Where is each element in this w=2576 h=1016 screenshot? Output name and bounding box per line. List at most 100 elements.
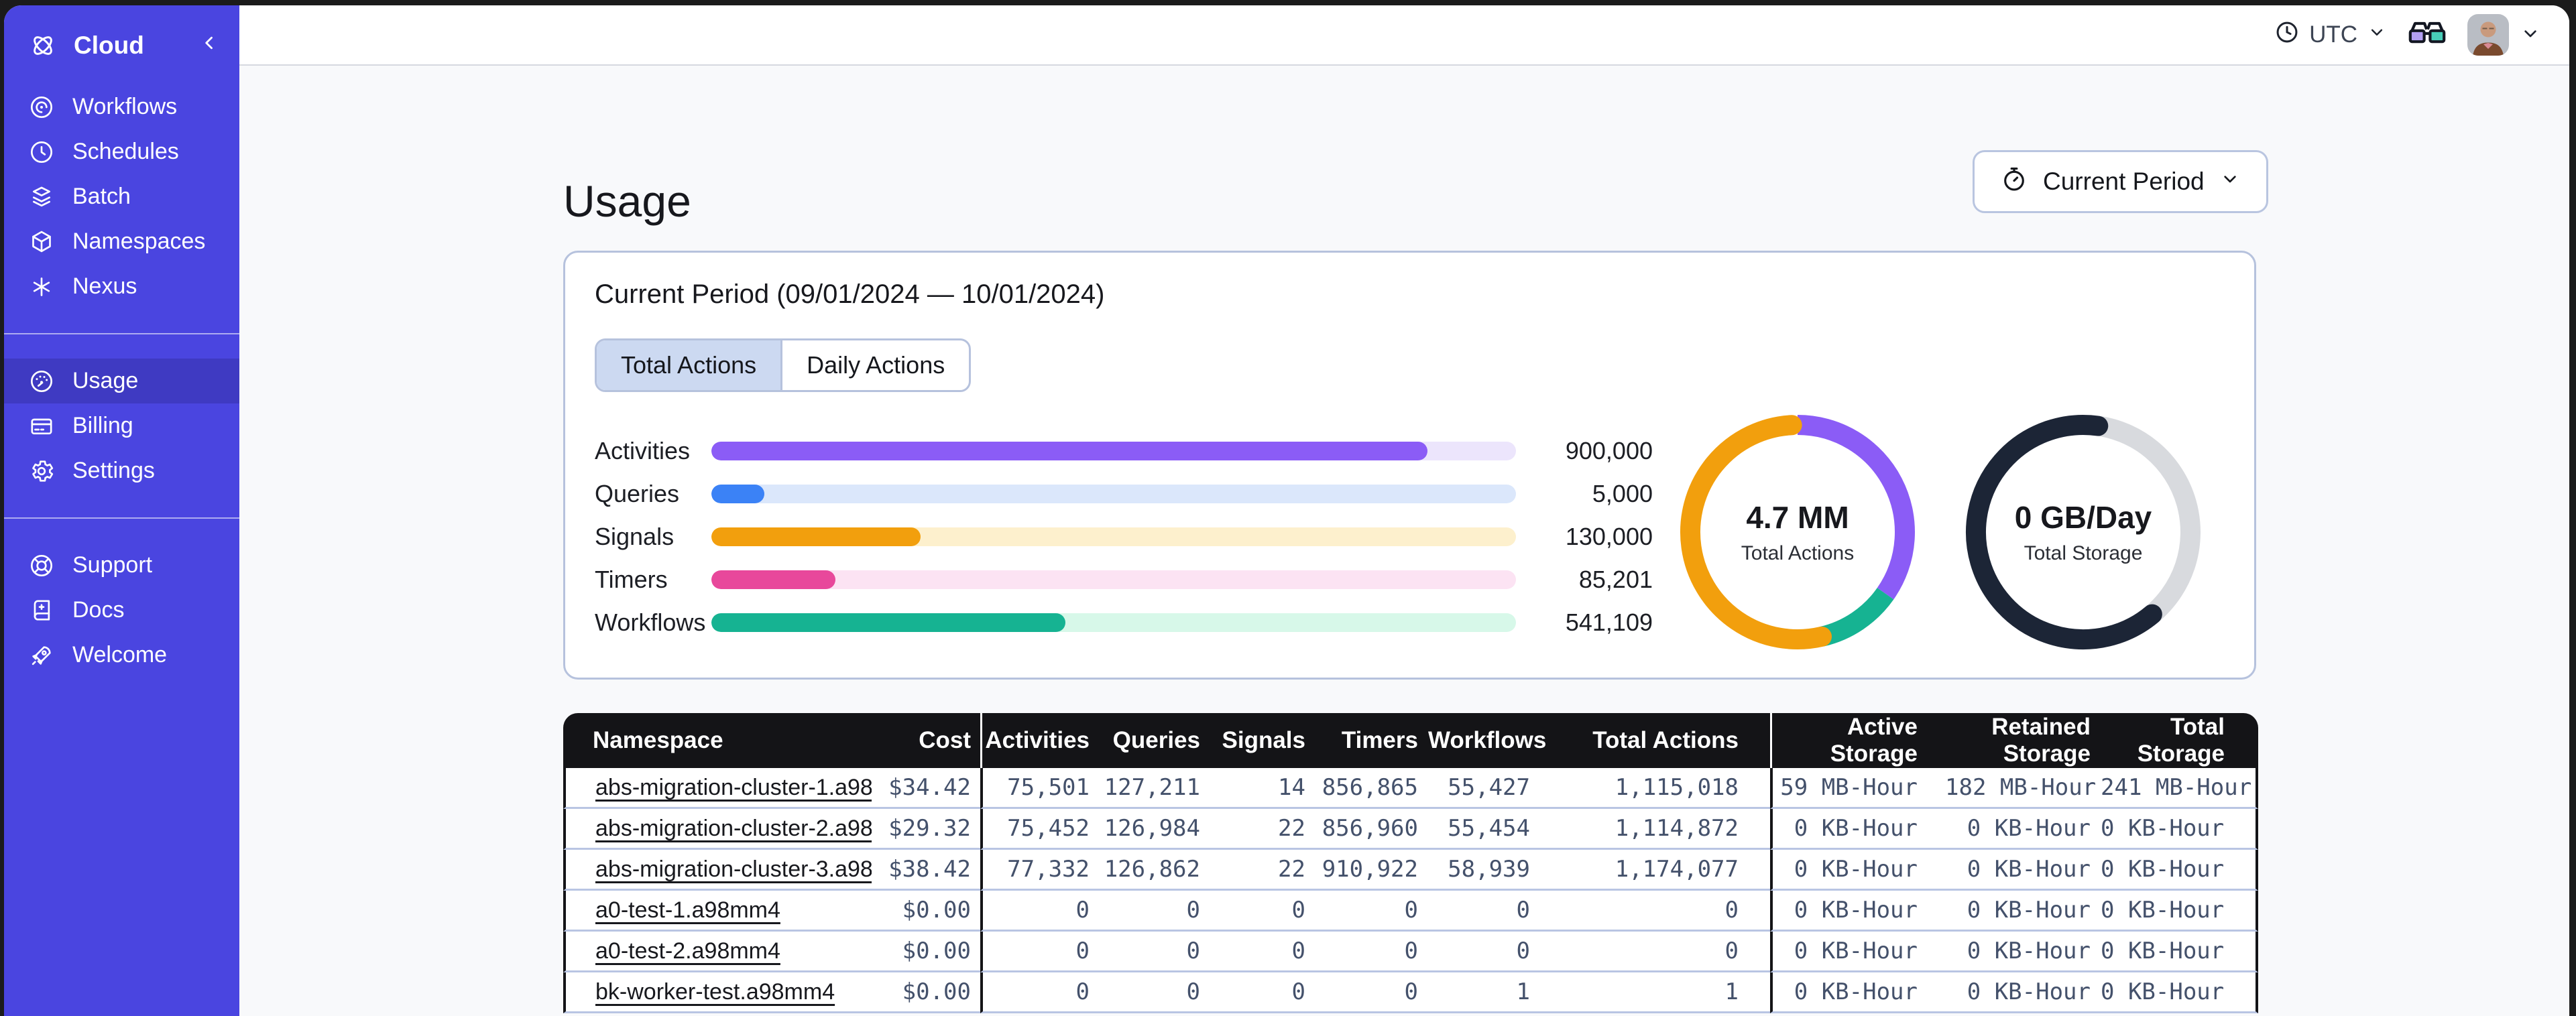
cell-workflows: 1 [1427,972,1539,1013]
welcome-icon [28,642,55,669]
clock-icon [2274,19,2300,51]
nexus-icon [28,273,55,300]
namespace-link[interactable]: a0-test-1.a98mm4 [595,897,780,923]
workflows-icon [28,94,55,121]
namespace-link[interactable]: bk-worker-test.a98mm4 [595,979,835,1005]
column-header-namespace: Namespace [563,713,872,768]
sidebar-item-settings[interactable]: Settings [4,448,239,493]
bar-track [711,570,1516,589]
tab-total-actions[interactable]: Total Actions [597,340,781,390]
cell-namespace: a0-test-1.a98mm4 [563,891,872,932]
cell-active-storage: 0 KB-Hour [1770,809,1944,850]
sidebar-item-label: Namespaces [72,229,206,254]
sidebar-item-label: Usage [72,368,139,393]
page-title: Usage [563,176,691,227]
bar-label: Activities [595,437,691,464]
cell-queries: 0 [1099,932,1210,972]
sidebar-item-welcome[interactable]: Welcome [4,633,239,678]
chevron-down-icon [2367,21,2387,48]
cell-total-actions: 1,115,018 [1539,768,1770,809]
sidebar-item-batch[interactable]: Batch [4,174,239,219]
bar-value: 5,000 [1592,480,1653,507]
donut-caption: Total Actions [1741,542,1855,564]
namespace-link[interactable]: abs-migration-cluster-3.a98mm4 [595,856,872,882]
sidebar-collapse-icon[interactable] [198,31,221,60]
sidebar-item-workflows[interactable]: Workflows [4,84,239,129]
cell-activities: 0 [980,972,1099,1013]
cell-total-storage: 0 KB-Hour [2100,891,2258,932]
donut-caption: Total Storage [2024,542,2143,564]
sidebar-item-namespaces[interactable]: Namespaces [4,219,239,264]
namespace-link[interactable]: a0-test-2.a98mm4 [595,938,780,964]
sidebar-brand: Cloud [4,5,239,78]
usage-bar-row: Workflows 541,109 [595,601,1653,644]
sidebar-item-usage[interactable]: Usage [4,359,239,403]
sidebar-item-schedules[interactable]: Schedules [4,129,239,174]
sidebar-divider [4,333,239,334]
donut-value: 0 GB/Day [2014,500,2152,535]
namespace-link[interactable]: abs-migration-cluster-1.a98mm4 [595,775,872,800]
bar-track [711,442,1516,460]
settings-icon [28,458,55,485]
column-header-activities: Activities [980,713,1099,768]
period-selector-button[interactable]: Current Period [1973,150,2268,213]
tab-daily-actions[interactable]: Daily Actions [780,340,969,390]
cell-cost: $38.42 [872,850,980,891]
column-header-active-storage: Active Storage [1770,713,1944,768]
cell-timers: 856,865 [1315,768,1427,809]
cell-activities: 0 [980,891,1099,932]
period-selector-label: Current Period [2043,168,2205,195]
column-header-retained-storage: Retained Storage [1944,713,2100,768]
usage-bar-row: Activities 900,000 [595,430,1653,472]
main-content: Usage Current Period Current Period (09/… [239,67,2569,1016]
user-avatar[interactable] [2467,14,2509,56]
cell-active-storage: 0 KB-Hour [1770,972,1944,1013]
cell-signals: 22 [1210,809,1315,850]
sidebar-item-docs[interactable]: Docs [4,588,239,633]
sidebar-item-label: Schedules [72,139,179,164]
chevron-down-icon [2219,168,2241,196]
bar-label: Queries [595,480,680,507]
cell-total-actions: 1,114,872 [1539,809,1770,850]
sidebar-divider [4,517,239,519]
cell-retained-storage: 0 KB-Hour [1944,932,2100,972]
sidebar-item-label: Nexus [72,273,137,299]
cell-namespace: abs-migration-cluster-2.a98mm4 [563,809,872,850]
cell-retained-storage: 0 KB-Hour [1944,972,2100,1013]
usage-icon [28,368,55,395]
cell-total-storage: 0 KB-Hour [2100,972,2258,1013]
cell-namespace: abs-migration-cluster-1.a98mm4 [563,768,872,809]
cell-namespace: a0-test-2.a98mm4 [563,932,872,972]
column-header-total-storage: Total Storage [2100,713,2258,768]
cell-timers: 0 [1315,932,1427,972]
cell-namespace: bk-worker-test.a98mm4 [563,972,872,1013]
sidebar-item-label: Welcome [72,642,168,668]
usage-bar-row: Signals 130,000 [595,515,1653,558]
cell-signals: 14 [1210,768,1315,809]
total-actions-donut: 4.7 MM Total Actions [1680,414,1916,650]
cell-retained-storage: 0 KB-Hour [1944,850,2100,891]
column-header-workflows: Workflows [1427,713,1546,768]
card-title: Current Period (09/01/2024 — 10/01/2024) [595,279,1105,309]
labs-glasses-icon[interactable] [2407,18,2447,52]
sidebar-item-nexus[interactable]: Nexus [4,264,239,309]
donut-value: 4.7 MM [1746,500,1849,535]
cell-active-storage: 59 MB-Hour [1770,768,1944,809]
table-row: abs-migration-cluster-2.a98mm4$29.3275,4… [563,809,2258,850]
cell-cost: $34.42 [872,768,980,809]
account-menu[interactable] [2467,14,2541,56]
cell-active-storage: 0 KB-Hour [1770,891,1944,932]
bar-label: Signals [595,523,675,550]
namespace-link[interactable]: abs-migration-cluster-2.a98mm4 [595,816,872,841]
bar-fill [711,570,835,589]
cell-timers: 910,922 [1315,850,1427,891]
sidebar-item-support[interactable]: Support [4,543,239,588]
actions-bar-chart: Activities 900,000 Queries 5,000 Signals 130,… [595,430,1653,644]
cell-signals: 0 [1210,891,1315,932]
sidebar-item-billing[interactable]: Billing [4,403,239,448]
usage-bar-row: Timers 85,201 [595,558,1653,601]
timezone-selector[interactable]: UTC [2274,19,2387,51]
cell-workflows: 58,939 [1427,850,1539,891]
cell-signals: 0 [1210,932,1315,972]
cell-total-actions: 1 [1539,972,1770,1013]
